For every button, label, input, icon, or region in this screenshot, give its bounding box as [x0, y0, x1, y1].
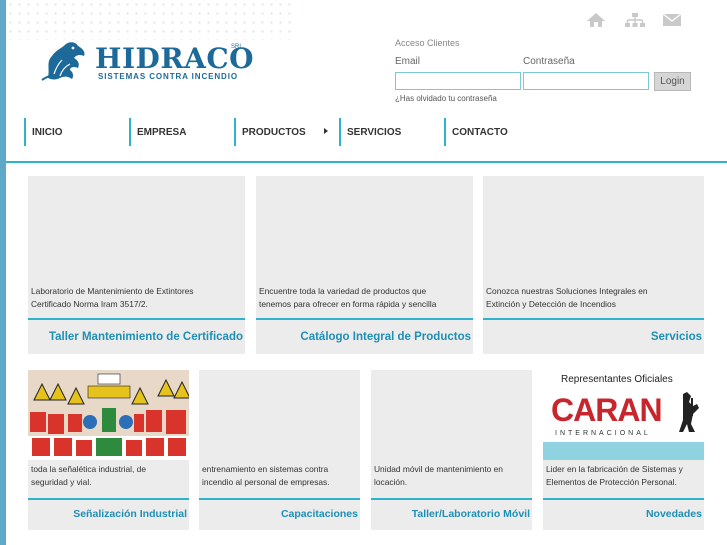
- card-title[interactable]: Taller Mantenimiento de Certificado: [49, 331, 243, 343]
- logo[interactable]: HIDRACO SRL SISTEMAS CONTRA INCENDIO: [40, 38, 254, 86]
- login-button[interactable]: Login: [654, 72, 691, 91]
- email-input[interactable]: [395, 72, 521, 90]
- card-divider: [543, 498, 704, 500]
- card-novedades[interactable]: Representantes Oficiales CARAN INTERNACI…: [543, 370, 704, 530]
- password-label: Contraseña: [523, 56, 575, 67]
- brand-tagline: SISTEMAS CONTRA INCENDIO: [98, 72, 238, 81]
- page: HIDRACO SRL SISTEMAS CONTRA INCENDIO Acc…: [6, 0, 727, 545]
- caran-banner[interactable]: Representantes Oficiales CARAN INTERNACI…: [543, 370, 704, 460]
- caran-logo-word: CARAN: [551, 392, 663, 428]
- brand-suffix: SRL: [231, 44, 243, 50]
- card-divider: [28, 498, 189, 500]
- card-taller-movil[interactable]: Unidad móvil de mantenimiento en locació…: [371, 370, 532, 530]
- card-title[interactable]: Taller/Laboratorio Móvil: [412, 508, 530, 520]
- card-taller[interactable]: Laboratorio de Mantenimiento de Extintor…: [28, 176, 245, 354]
- card-catalogo[interactable]: Encuentre toda la variedad de productos …: [256, 176, 473, 354]
- card-description: toda la señalética industrial, de seguri…: [31, 464, 146, 487]
- caran-subtitle: INTERNACIONAL: [555, 430, 651, 437]
- card-divider: [256, 318, 473, 320]
- card-divider: [199, 498, 360, 500]
- card-divider: [28, 318, 245, 320]
- mail-icon[interactable]: [662, 12, 682, 28]
- firefighter-icon: [679, 392, 699, 432]
- card-capacitaciones[interactable]: entrenamiento en sistemas contra incendi…: [199, 370, 360, 530]
- card-title[interactable]: Capacitaciones: [281, 508, 358, 520]
- seahorse-logo-icon: [41, 42, 85, 81]
- card-description: Conozca nuestras Soluciones Integrales e…: [486, 286, 648, 309]
- home-icon[interactable]: [586, 12, 606, 28]
- nav-item-inicio[interactable]: INICIO: [24, 118, 124, 146]
- card-description: entrenamiento en sistemas contra incendi…: [202, 464, 330, 487]
- caran-band: [543, 442, 704, 460]
- nav-item-contacto[interactable]: CONTACTO: [444, 118, 544, 146]
- signage-image: [28, 370, 189, 460]
- email-label: Email: [395, 56, 421, 67]
- card-divider: [371, 498, 532, 500]
- chevron-right-icon: [324, 128, 328, 134]
- forgot-password-link[interactable]: ¿Has olvidado tu contraseña: [395, 94, 497, 103]
- login-title: Acceso Clientes: [395, 38, 460, 48]
- top-icon-bar: [586, 12, 682, 28]
- card-description: Encuentre toda la variedad de productos …: [259, 286, 437, 309]
- dot-pattern: [6, 0, 296, 40]
- card-description: Laboratorio de Mantenimiento de Extintor…: [31, 286, 194, 309]
- card-title[interactable]: Señalización Industrial: [73, 508, 187, 520]
- password-input[interactable]: [523, 72, 649, 90]
- caran-heading: Representantes Oficiales: [561, 374, 673, 385]
- card-description: Unidad móvil de mantenimiento en locació…: [374, 464, 503, 487]
- card-description: Lider en la fabricación de Sistemas y El…: [546, 464, 683, 487]
- card-title[interactable]: Catálogo Integral de Productos: [300, 331, 471, 343]
- sitemap-icon[interactable]: [624, 12, 645, 28]
- nav-item-servicios[interactable]: SERVICIOS: [339, 118, 439, 146]
- nav-divider: [6, 161, 727, 163]
- card-divider: [483, 318, 704, 320]
- card-servicios[interactable]: Conozca nuestras Soluciones Integrales e…: [483, 176, 704, 354]
- card-title[interactable]: Servicios: [651, 331, 702, 343]
- nav-item-label: PRODUCTOS: [242, 126, 306, 138]
- nav-item-empresa[interactable]: EMPRESA: [129, 118, 229, 146]
- card-senalizacion[interactable]: toda la señalética industrial, de seguri…: [28, 370, 189, 530]
- card-title[interactable]: Novedades: [646, 508, 702, 520]
- nav-item-productos[interactable]: PRODUCTOS: [234, 118, 334, 146]
